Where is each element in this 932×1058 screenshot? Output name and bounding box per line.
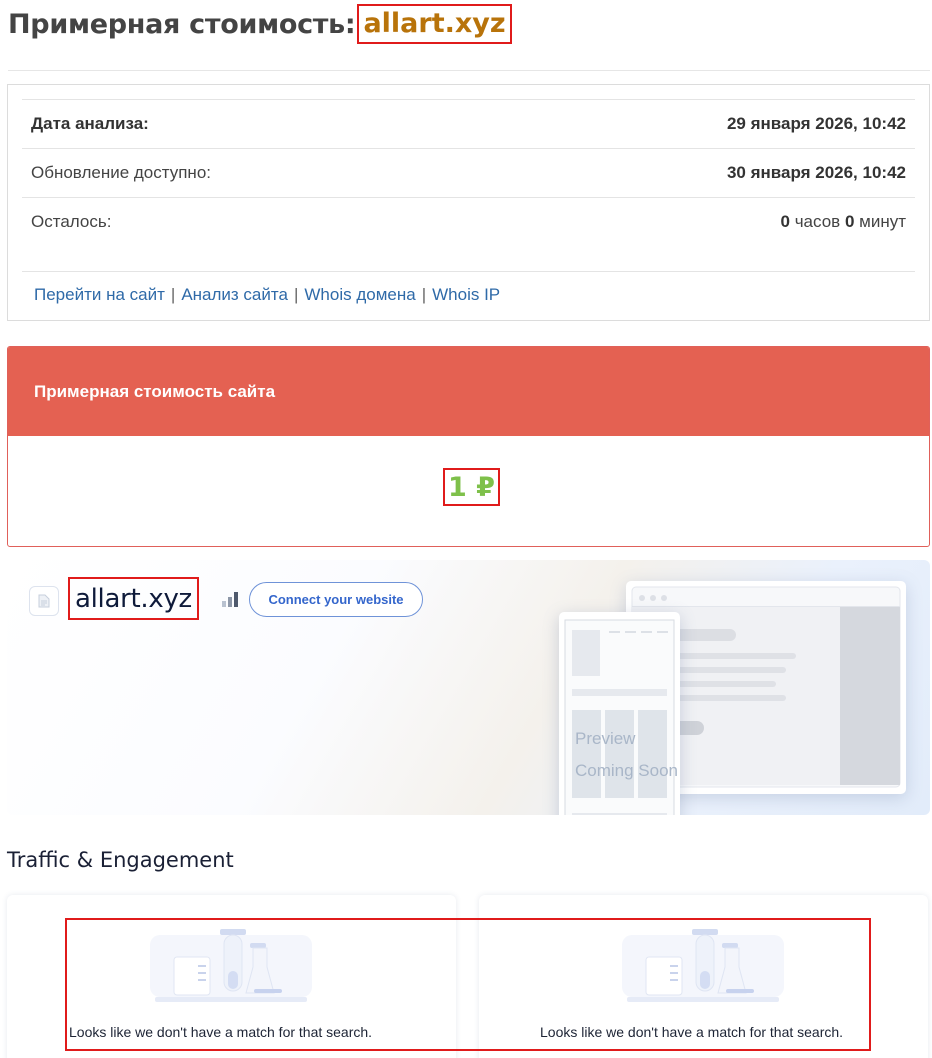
site-links: Перейти на сайт | Анализ сайта | Whois домен… [34, 285, 500, 305]
link-go-to-site[interactable]: Перейти на сайт [34, 285, 165, 304]
link-separator: | [170, 285, 176, 304]
link-whois-ip[interactable]: Whois IP [432, 285, 500, 304]
page-title: Примерная стоимость: [8, 8, 356, 40]
title-divider [8, 70, 930, 71]
link-whois-domain[interactable]: Whois домена [304, 285, 415, 304]
site-name: allart.xyz [68, 577, 199, 620]
info-row-remaining: Осталось: 0 часов 0 минут [22, 197, 915, 246]
lab-flask-illustration-icon [622, 929, 784, 1002]
connect-website-button[interactable]: Connect your website [249, 582, 423, 617]
favicon-placeholder-icon [29, 586, 59, 616]
info-value: 30 января 2026, 10:42 [726, 163, 906, 182]
site-cost-header: Примерная стоимость сайта [8, 347, 929, 436]
info-row-update-available: Обновление доступно: 30 января 2026, 10:… [22, 148, 915, 197]
hours-unit: часов [794, 212, 841, 231]
remaining-minutes: 0 [844, 212, 855, 231]
info-value: 29 января 2026, 10:42 [726, 114, 906, 133]
info-label: Дата анализа: [31, 114, 149, 133]
lab-flask-illustration-icon [150, 929, 312, 1002]
info-divider [22, 271, 915, 272]
remaining-hours: 0 [780, 212, 790, 231]
minutes-unit: минут [859, 212, 906, 231]
site-preview-card: allart.xyz Connect your website Preview … [7, 560, 930, 815]
link-separator: | [421, 285, 427, 304]
page-title-domain: allart.xyz [357, 4, 512, 44]
info-label: Осталось: [31, 212, 112, 231]
mobile-preview-mockup: Preview Coming Soon [559, 612, 680, 815]
no-match-message: Looks like we don't have a match for tha… [69, 1024, 373, 1040]
traffic-engagement-heading: Traffic & Engagement [7, 848, 234, 872]
link-site-analysis[interactable]: Анализ сайта [181, 285, 288, 304]
site-cost-card: Примерная стоимость сайта 1 ₽ [7, 346, 930, 547]
rank-bars-icon [222, 592, 238, 607]
no-match-message: Looks like we don't have a match for tha… [540, 1024, 844, 1040]
traffic-card: Looks like we don't have a match for tha… [7, 895, 456, 1058]
preview-text-line-1: Preview [575, 729, 636, 748]
info-row-analysis-date: Дата анализа: 29 января 2026, 10:42 [22, 99, 915, 148]
site-cost-value: 1 ₽ [443, 468, 500, 506]
info-label: Обновление доступно: [31, 163, 212, 182]
preview-text-line-2: Coming Soon [575, 761, 678, 780]
remaining-time: 0 часов 0 минут [781, 212, 907, 232]
link-separator: | [293, 285, 299, 304]
traffic-card: Looks like we don't have a match for tha… [479, 895, 928, 1058]
page-header: Примерная стоимость: allart.xyz [8, 2, 512, 46]
analysis-info-card: Дата анализа: 29 января 2026, 10:42 Обно… [7, 84, 930, 321]
